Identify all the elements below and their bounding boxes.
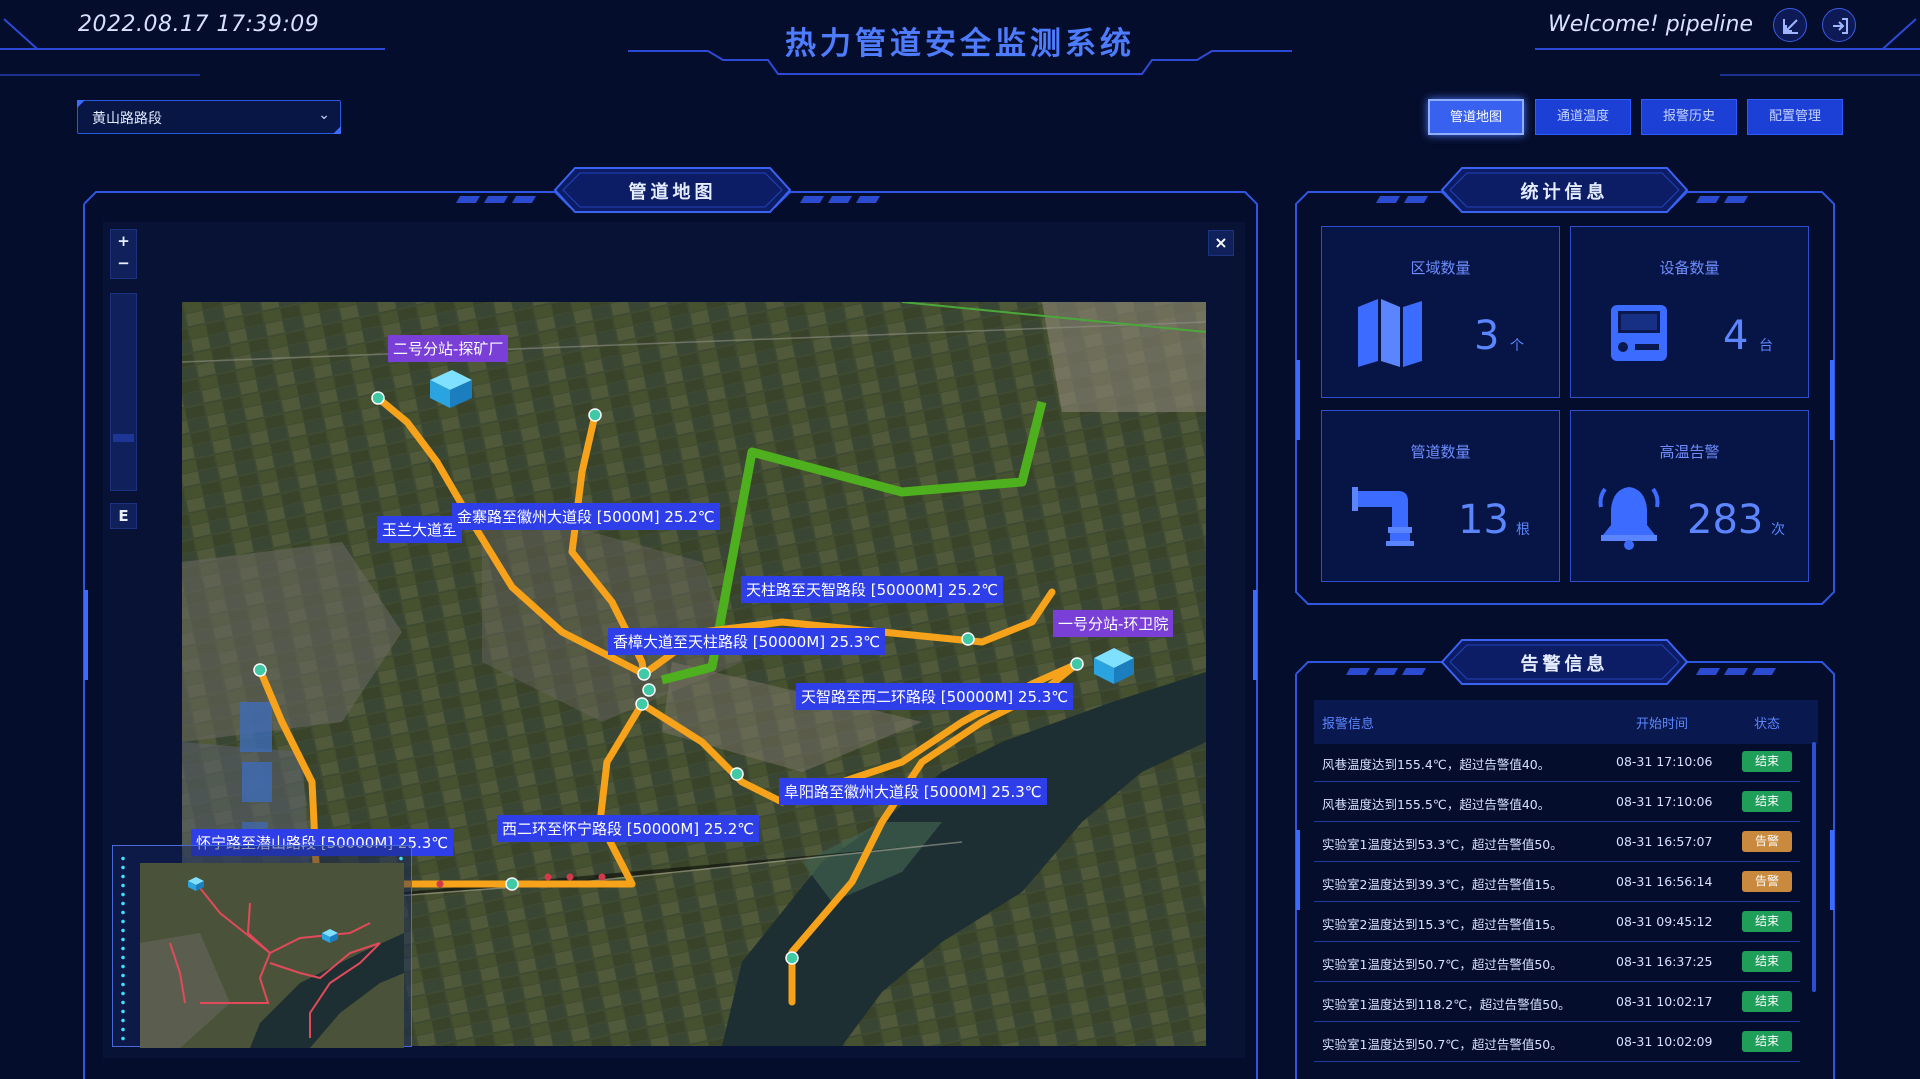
table-row[interactable]: 实验室1温度达到50.7℃，超过告警值50。 08-31 10:02:09 结束 [1314, 1022, 1800, 1062]
column-header: 报警信息 [1322, 717, 1375, 732]
header-decor [1535, 48, 1920, 50]
alarm-time: 08-31 17:10:06 [1616, 754, 1713, 769]
stat-card-pipes: 管道数量 13 根 [1321, 410, 1560, 582]
alarm-table-header: 报警信息 开始时间 状态 [1314, 700, 1818, 744]
status-badge: 告警 [1742, 871, 1792, 892]
welcome-text: Welcome! pipeline [1547, 12, 1753, 37]
stat-value: 3 [1474, 313, 1500, 359]
stat-label: 管道数量 [1410, 443, 1471, 461]
zoom-controls: + − [110, 229, 137, 279]
status-badge: 结束 [1742, 911, 1792, 932]
stats-panel-title: 统计信息 [1520, 182, 1609, 203]
segment-label[interactable]: 天智路至西二环路段 [50000M] 25.3℃ [796, 683, 1074, 710]
logout-icon[interactable] [1822, 8, 1856, 42]
table-row[interactable]: 风巷温度达到155.5℃，超过告警值40。 08-31 17:10:06 结束 [1314, 782, 1800, 822]
bell-icon [1598, 487, 1660, 550]
alarm-time: 08-31 09:45:12 [1616, 914, 1713, 929]
alarm-time: 08-31 16:56:14 [1616, 874, 1713, 889]
collapse-icon[interactable] [1773, 8, 1807, 42]
alarm-scrollbar[interactable] [1812, 742, 1816, 992]
orient-button[interactable]: E [110, 503, 137, 529]
alarm-message: 实验室2温度达到39.3℃，超过告警值15。 [1322, 877, 1563, 892]
stat-unit: 次 [1771, 522, 1785, 538]
table-row[interactable]: 实验室2温度达到39.3℃，超过告警值15。 08-31 16:56:14 告警 [1314, 862, 1800, 902]
alarm-time: 08-31 16:37:25 [1616, 954, 1713, 969]
alarm-time: 08-31 16:57:07 [1616, 834, 1713, 849]
tab-channel-temp[interactable]: 通道温度 [1535, 99, 1631, 135]
overview-minimap[interactable] [112, 845, 412, 1048]
table-row[interactable]: 实验室2温度达到15.3℃，超过告警值15。 08-31 09:45:12 结束 [1314, 902, 1800, 942]
stat-label: 设备数量 [1659, 259, 1720, 277]
alarm-message: 实验室1温度达到53.3℃，超过告警值50。 [1322, 837, 1563, 852]
status-badge: 结束 [1742, 991, 1792, 1012]
alarm-time: 08-31 17:10:06 [1616, 794, 1713, 809]
column-header: 开始时间 [1636, 717, 1689, 732]
zoom-slider-thumb[interactable] [113, 434, 134, 442]
alarm-message: 风巷温度达到155.5℃，超过告警值40。 [1322, 797, 1551, 812]
segment-label[interactable]: 阜阳路至徽州大道段 [5000M] 25.3℃ [779, 778, 1047, 805]
station-label[interactable]: 一号分站-环卫院 [1053, 610, 1174, 637]
table-row[interactable]: 实验室1温度达到53.3℃，超过告警值50。 08-31 16:57:07 告警 [1314, 822, 1800, 862]
device-icon [1611, 305, 1667, 361]
alarm-scrollbar-thumb[interactable] [1812, 742, 1816, 992]
column-header: 状态 [1754, 717, 1781, 732]
status-badge: 结束 [1742, 951, 1792, 972]
zoom-in-button[interactable]: + [111, 230, 136, 252]
stat-card-regions: 区域数量 3 个 [1321, 226, 1560, 398]
station-label[interactable]: 二号分站-探矿厂 [388, 335, 509, 362]
zoom-slider[interactable] [110, 293, 137, 491]
stat-card-high-temp: 高温告警 283 次 [1570, 410, 1809, 582]
stat-unit: 根 [1516, 522, 1530, 538]
stat-value: 13 [1458, 497, 1509, 543]
stat-card-devices: 设备数量 4 台 [1570, 226, 1809, 398]
stat-unit: 个 [1510, 338, 1524, 354]
stat-label: 区域数量 [1410, 259, 1471, 277]
stat-value: 4 [1723, 313, 1749, 359]
alarm-message: 实验室1温度达到50.7℃，超过告警值50。 [1322, 957, 1563, 972]
tab-config[interactable]: 配置管理 [1747, 99, 1843, 135]
zoom-out-button[interactable]: − [111, 252, 136, 274]
segment-label[interactable]: 香樟大道至天柱路段 [50000M] 25.3℃ [608, 628, 886, 655]
status-badge: 结束 [1742, 1031, 1792, 1052]
segment-label[interactable]: 玉兰大道至 [377, 516, 463, 543]
status-badge: 告警 [1742, 831, 1792, 852]
status-badge: 结束 [1742, 751, 1792, 772]
map-panel-title: 管道地图 [628, 182, 717, 203]
pipe-icon [1352, 487, 1414, 546]
map-icon [1358, 299, 1422, 367]
minimap-view [140, 863, 404, 1048]
tab-alarm-history[interactable]: 报警历史 [1641, 99, 1737, 135]
header-decor [1720, 74, 1920, 76]
status-badge: 结束 [1742, 791, 1792, 812]
alarm-time: 08-31 10:02:17 [1616, 994, 1713, 1009]
stat-label: 高温告警 [1659, 443, 1720, 461]
segment-label[interactable]: 西二环至怀宁路段 [50000M] 25.2℃ [497, 815, 760, 842]
header-decor [1881, 18, 1917, 50]
segment-label[interactable]: 金寨路至徽州大道段 [5000M] 25.2℃ [452, 503, 720, 530]
close-map-button[interactable]: × [1208, 230, 1234, 256]
tab-pipe-map[interactable]: 管道地图 [1428, 99, 1524, 135]
table-row[interactable]: 实验室1温度达到118.2℃，超过告警值50。 08-31 10:02:17 结束 [1314, 982, 1800, 1022]
segment-label[interactable]: 天柱路至天智路段 [50000M] 25.2℃ [741, 576, 1004, 603]
alarm-panel-title: 告警信息 [1520, 654, 1609, 675]
table-row[interactable]: 风巷温度达到155.4℃，超过告警值40。 08-31 17:10:06 结束 [1314, 742, 1800, 782]
minimap-border-dots [121, 854, 125, 1044]
alarm-message: 风巷温度达到155.4℃，超过告警值40。 [1322, 757, 1551, 772]
alarm-message: 实验室1温度达到118.2℃，超过告警值50。 [1322, 997, 1571, 1012]
stat-value: 283 [1687, 497, 1764, 543]
alarm-message: 实验室1温度达到50.7℃，超过告警值50。 [1322, 1037, 1563, 1052]
alarm-message: 实验室2温度达到15.3℃，超过告警值15。 [1322, 917, 1563, 932]
stat-unit: 台 [1759, 338, 1773, 354]
alarm-time: 08-31 10:02:09 [1616, 1034, 1713, 1049]
table-row[interactable]: 实验室1温度达到50.7℃，超过告警值50。 08-31 16:37:25 结束 [1314, 942, 1800, 982]
